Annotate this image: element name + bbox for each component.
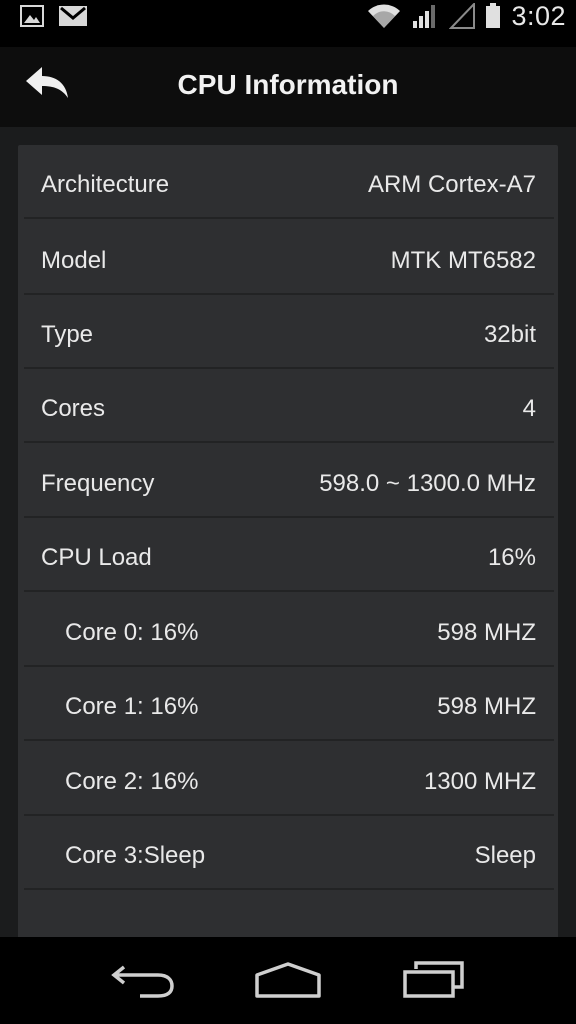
- content-area: Architecture ARM Cortex-A7 Model MTK MT6…: [0, 127, 576, 965]
- image-icon: [20, 5, 44, 27]
- gmail-icon: [59, 6, 87, 26]
- system-icons: 3:02: [367, 0, 566, 32]
- row-label: Cores: [41, 395, 106, 422]
- row-label: CPU Load: [41, 544, 152, 571]
- row-label: Architecture: [41, 171, 170, 198]
- row-label: Frequency: [41, 470, 155, 497]
- row-value: 32bit: [483, 321, 536, 348]
- status-bar: 3:02: [0, 0, 576, 32]
- navigation-bar: [0, 937, 576, 1024]
- recent-apps-icon: [403, 961, 464, 998]
- home-button[interactable]: [254, 959, 322, 1004]
- signal-icon: [413, 5, 436, 28]
- page-title: CPU Information: [177, 69, 399, 100]
- clock: 3:02: [511, 0, 566, 31]
- row-value: 1300 MHZ: [423, 768, 536, 795]
- row-label: Core 0: 16%: [65, 619, 199, 646]
- row-label: Type: [41, 321, 94, 348]
- row-cores: Cores 4: [24, 369, 554, 443]
- cpu-info-card: Architecture ARM Cortex-A7 Model MTK MT6…: [18, 145, 558, 965]
- row-label: Core 3:Sleep: [65, 842, 206, 869]
- home-icon: [255, 962, 321, 998]
- recent-apps-button[interactable]: [400, 959, 466, 1004]
- row-value: MTK MT6582: [390, 247, 536, 274]
- row-value: ARM Cortex-A7: [367, 171, 536, 198]
- wifi-icon: [368, 4, 401, 28]
- nav-back-icon: [111, 965, 174, 998]
- action-bar: CPU Information: [0, 47, 576, 127]
- row-frequency: Frequency 598.0 ~ 1300.0 MHz: [24, 444, 554, 518]
- row-value: 598 MHZ: [437, 693, 536, 720]
- row-core-1: Core 1: 16% 598 MHZ: [24, 667, 554, 741]
- row-core-2: Core 2: 16% 1300 MHZ: [24, 742, 554, 816]
- row-core-3: Core 3:Sleep Sleep: [24, 816, 554, 890]
- row-architecture: Architecture ARM Cortex-A7: [24, 145, 554, 219]
- signal-empty-icon: [449, 3, 476, 29]
- row-core-0: Core 0: 16% 598 MHZ: [24, 593, 554, 667]
- row-label: Core 1: 16%: [65, 693, 199, 720]
- notification-icons: [20, 5, 88, 27]
- row-value: 598 MHZ: [437, 619, 536, 646]
- row-label: Model: [41, 247, 107, 274]
- row-value: 16%: [487, 544, 536, 571]
- row-value: Sleep: [474, 842, 536, 869]
- row-type: Type 32bit: [24, 295, 554, 369]
- row-label: Core 2: 16%: [65, 768, 199, 795]
- row-value: 598.0 ~ 1300.0 MHz: [319, 470, 536, 497]
- row-value: 4: [522, 395, 536, 422]
- nav-back-button[interactable]: [110, 959, 176, 1004]
- row-model: Model MTK MT6582: [24, 221, 554, 295]
- row-cpu-load: CPU Load 16%: [24, 518, 554, 592]
- battery-icon: [486, 3, 501, 28]
